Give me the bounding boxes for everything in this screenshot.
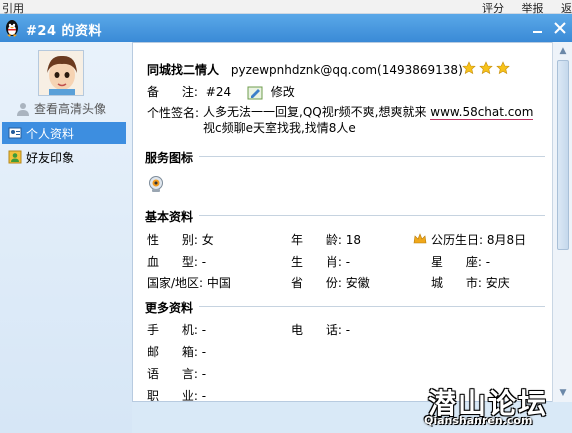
gender-field: 性 别: 女	[147, 231, 214, 248]
star-icon	[479, 61, 493, 75]
email-field: 邮 箱: -	[147, 343, 206, 360]
window-title: #24 的资料	[26, 24, 103, 39]
level-stars[interactable]	[462, 61, 510, 75]
mobile-value: -	[201, 323, 207, 337]
blood-value: -	[201, 255, 207, 269]
phone-field: 电 话: -	[291, 321, 350, 338]
city-label: 城 市:	[431, 276, 482, 290]
remark-label: 备 注:	[147, 85, 198, 99]
window-controls	[530, 20, 568, 36]
signature-text: 人多无法一一回复,QQ视r频不爽,想爽就来 www.58chat.com 视c频…	[203, 104, 543, 136]
avatar-image	[39, 51, 83, 95]
view-hd-avatar-link[interactable]: 查看高清头像	[16, 100, 106, 117]
close-icon	[554, 22, 566, 34]
email-qq: pyzewpnhdznk@qq.com(1493869138)	[230, 63, 463, 77]
section-divider	[145, 306, 545, 307]
section-title: 服务图标	[145, 151, 200, 165]
watermark-en: Qianshanren.com	[424, 414, 533, 427]
sidebar-item-personal-info[interactable]: 个人资料	[2, 122, 126, 144]
email-label: 邮 箱:	[147, 345, 198, 359]
scroll-thumb[interactable]	[557, 60, 569, 250]
section-divider	[145, 156, 545, 157]
province-field: 省 份: 安徽	[291, 274, 370, 291]
minimize-button[interactable]	[530, 20, 546, 36]
window-titlebar: #24 的资料	[0, 14, 572, 42]
section-title: 更多资料	[145, 301, 200, 315]
close-button[interactable]	[552, 20, 568, 36]
country-field: 国家/地区: 中国	[147, 274, 231, 291]
zodiac-value: -	[345, 255, 351, 269]
job-label: 职 业:	[147, 389, 198, 402]
age-value: 18	[345, 233, 362, 247]
star-sign-label: 星 座:	[431, 255, 482, 269]
sidebar-item-label: 好友印象	[26, 150, 75, 165]
qq-penguin-icon	[6, 20, 18, 37]
birthday-value: 8月8日	[486, 233, 527, 247]
signature-url[interactable]: www.58chat.com	[430, 105, 534, 120]
site-watermark: 潜山论坛 Qianshanren.com	[418, 378, 572, 433]
background-app-strip: 引用 评分 举报 返	[0, 0, 572, 15]
profile-panel: 同城找二情人 pyzewpnhdznk@qq.com(1493869138) 备…	[132, 42, 552, 402]
signature-part-1: 人多无法一一回复,QQ视r频不爽,想爽就来	[203, 105, 431, 119]
blood-label: 血 型:	[147, 255, 198, 269]
phone-label: 电 话:	[291, 323, 342, 337]
avatar[interactable]	[38, 50, 84, 96]
friend-impression-icon	[8, 150, 22, 164]
age-label: 年 龄:	[291, 233, 342, 247]
view-hd-avatar-label: 查看高清头像	[34, 102, 107, 116]
blood-field: 血 型: -	[147, 253, 206, 270]
section-divider	[145, 215, 545, 216]
section-service-icons: 服务图标	[145, 149, 545, 165]
gender-value: 女	[201, 233, 214, 247]
person-card-icon	[8, 127, 22, 139]
language-field: 语 言: -	[147, 365, 206, 382]
language-value: -	[201, 367, 207, 381]
job-value: -	[201, 389, 207, 402]
mobile-field: 手 机: -	[147, 321, 206, 338]
gender-label: 性 别:	[147, 233, 198, 247]
phone-value: -	[345, 323, 351, 337]
section-title: 基本资料	[145, 210, 200, 224]
crown-icon	[413, 233, 427, 244]
section-basic-info: 基本资料	[145, 208, 545, 224]
nickname: 同城找二情人	[147, 63, 220, 77]
job-field: 职 业: -	[147, 387, 207, 402]
vertical-scrollbar[interactable]: ▲ ▼	[552, 42, 572, 402]
sidebar-item-label: 个人资料	[26, 126, 75, 141]
sidebar: 查看高清头像 个人资料 好友印象	[0, 42, 132, 433]
birthday-field: 公历生日: 8月8日	[413, 231, 526, 248]
signature-part-2: 视c频聊e天室找我,找情8人e	[203, 121, 356, 135]
sidebar-item-friend-impression[interactable]: 好友印象	[2, 146, 126, 168]
star-icon	[496, 61, 510, 75]
country-label: 国家/地区:	[147, 276, 204, 290]
edit-remark-link[interactable]: 修改	[271, 85, 295, 99]
edit-icon[interactable]	[247, 86, 263, 100]
province-label: 省 份:	[291, 276, 342, 290]
city-value: 安庆	[485, 276, 510, 290]
mobile-label: 手 机:	[147, 323, 198, 337]
nickname-line: 同城找二情人 pyzewpnhdznk@qq.com(1493869138)	[147, 61, 463, 78]
remark-line: 备 注: #24 修改	[147, 83, 295, 100]
star-icon	[462, 61, 476, 75]
city-field: 城 市: 安庆	[431, 274, 510, 291]
age-field: 年 龄: 18	[291, 231, 361, 248]
zodiac-field: 生 肖: -	[291, 253, 350, 270]
email-value: -	[201, 345, 207, 359]
zodiac-label: 生 肖:	[291, 255, 342, 269]
minimize-icon	[533, 31, 542, 33]
webcam-icon[interactable]	[147, 175, 165, 193]
birthday-label: 公历生日:	[431, 233, 484, 247]
province-value: 安徽	[345, 276, 370, 290]
language-label: 语 言:	[147, 367, 198, 381]
person-silhouette-icon	[17, 102, 29, 116]
section-more-info: 更多资料	[145, 299, 545, 315]
star-sign-field: 星 座: -	[431, 253, 490, 270]
country-value: 中国	[206, 276, 231, 290]
remark-value: #24	[205, 85, 232, 99]
signature-label: 个性签名:	[147, 106, 200, 120]
star-sign-value: -	[485, 255, 491, 269]
scroll-up-button[interactable]: ▲	[556, 44, 570, 58]
